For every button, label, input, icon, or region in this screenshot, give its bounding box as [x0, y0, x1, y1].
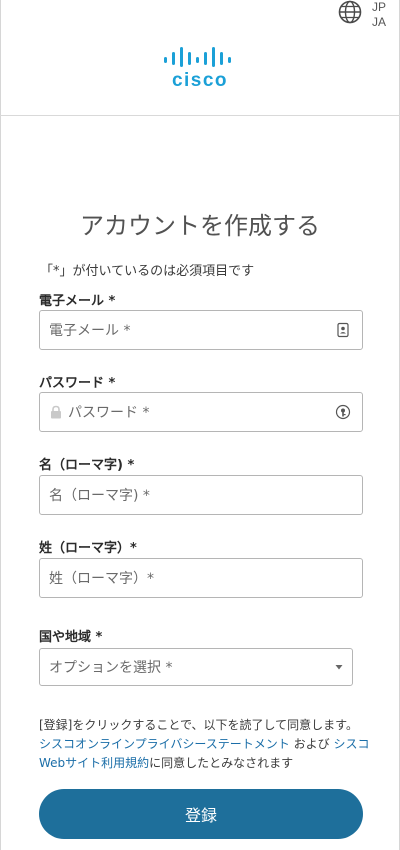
- header: JP JA cisco: [0, 0, 400, 116]
- register-button-label: 登録: [184, 806, 217, 825]
- consent-prefix: [登録]をクリックすることで、以下を読了して同意します。: [39, 718, 358, 732]
- password-key-icon[interactable]: [335, 404, 351, 420]
- language-region: JP: [371, 0, 386, 14]
- first-name-field[interactable]: 名（ローマ字) *: [39, 475, 363, 515]
- password-field[interactable]: パスワード *: [39, 392, 363, 432]
- consent-suffix: に同意したとみなされます: [149, 756, 294, 770]
- language-text: JP JA: [372, 0, 386, 30]
- cisco-logo: cisco: [160, 46, 240, 94]
- country-label: 国や地域 *: [39, 630, 103, 645]
- cisco-bars-icon: [164, 47, 231, 67]
- language-selector[interactable]: JP JA: [338, 0, 386, 30]
- language-code: JA: [371, 15, 386, 29]
- last-name-placeholder: 姓（ローマ字）*: [49, 571, 154, 587]
- privacy-statement-link[interactable]: シスコオンラインプライバシーステートメント: [39, 737, 290, 751]
- email-field[interactable]: 電子メール *: [39, 310, 363, 350]
- page-title: アカウントを作成する: [80, 212, 320, 240]
- globe-icon: [338, 0, 362, 24]
- last-name-field[interactable]: 姓（ローマ字）*: [39, 558, 363, 598]
- consent-text: [登録]をクリックすることで、以下を読了して同意します。 シスコオンラインプライ…: [39, 716, 374, 773]
- first-name-label: 名（ローマ字) *: [39, 458, 135, 473]
- register-button[interactable]: 登録: [39, 789, 363, 839]
- password-placeholder: パスワード *: [68, 405, 150, 421]
- contact-card-icon: [337, 322, 349, 338]
- cisco-wordmark: cisco: [171, 70, 229, 91]
- last-name-label: 姓（ローマ字）*: [39, 541, 137, 556]
- lock-icon: [51, 405, 61, 419]
- first-name-placeholder: 名（ローマ字) *: [49, 488, 150, 504]
- email-placeholder: 電子メール *: [49, 323, 131, 339]
- consent-middle: および: [289, 737, 334, 751]
- country-selected-value: オプションを選択 *: [49, 660, 173, 676]
- country-select[interactable]: オプションを選択 *: [39, 648, 353, 686]
- required-note: 「*」が付いているのは必須項目です: [40, 264, 255, 279]
- email-label: 電子メール *: [39, 294, 116, 309]
- password-label: パスワード *: [39, 376, 116, 391]
- chevron-down-icon: [335, 665, 343, 670]
